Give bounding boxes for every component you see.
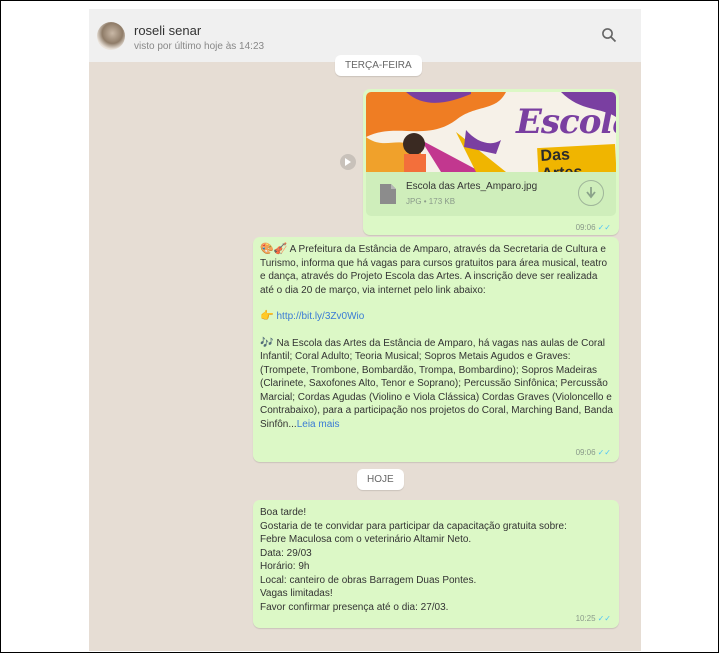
paragraph-1-text: A Prefeitura da Estância de Amparo, atra… (260, 244, 608, 296)
message-time: 10:25 ✓✓ (576, 614, 611, 623)
download-button[interactable] (578, 180, 604, 206)
paragraph-3-text: Na Escola das Artes da Estância de Ampar… (260, 337, 613, 430)
avatar[interactable] (97, 22, 125, 50)
chat-panel: roseli senar visto por último hoje às 14… (89, 9, 641, 651)
file-name: Escola das Artes_Amparo.jpg (406, 181, 538, 192)
message-body: 🎨🎻 A Prefeitura da Estância de Amparo, a… (260, 243, 614, 431)
read-ticks-icon: ✓✓ (597, 448, 611, 457)
image-thumbnail[interactable]: Escola Das Artes (366, 92, 616, 172)
text-message-escola[interactable]: 🎨🎻 A Prefeitura da Estância de Amparo, a… (253, 237, 619, 462)
invitation-line: Vagas limitadas! (260, 588, 333, 599)
invitation-line: Data: 29/03 (260, 547, 312, 559)
message-link-line: 👉 http://bit.ly/3Zv0Wio (260, 310, 614, 324)
message-paragraph-3: 🎶 Na Escola das Artes da Estância de Amp… (260, 337, 614, 432)
contact-name: roseli senar (134, 23, 202, 38)
message-time: 09:06 ✓✓ (576, 223, 611, 232)
read-ticks-icon: ✓✓ (597, 614, 611, 623)
invitation-body: Boa tarde! Gostaria de te convidar para … (260, 506, 614, 614)
banner-title-escola: Escola (516, 102, 616, 142)
search-icon[interactable] (601, 27, 617, 43)
invitation-line: Local: canteiro de obras Barragem Duas P… (260, 574, 477, 586)
message-time: 09:06 ✓✓ (576, 448, 611, 457)
document-icon (380, 184, 396, 204)
text-message-invitation[interactable]: Boa tarde! Gostaria de te convidar para … (253, 500, 619, 628)
time-text: 09:06 (575, 448, 596, 457)
message-paragraph-1: 🎨🎻 A Prefeitura da Estância de Amparo, a… (260, 243, 614, 297)
invitation-line: Favor confirmar presença até o dia: 27/0… (260, 601, 449, 613)
time-text: 10:25 (575, 614, 596, 623)
read-more-link[interactable]: Leia mais (297, 419, 340, 430)
invitation-line: Horário: 9h (260, 561, 310, 572)
invitation-line: Boa tarde! (260, 507, 307, 518)
music-notes-emoji: 🎶 (260, 336, 274, 349)
invitation-line: Gostaria de te convidar para participar … (260, 520, 567, 532)
download-icon (586, 187, 596, 199)
date-divider-tuesday: TERÇA-FEIRA (335, 55, 422, 76)
palette-violin-emoji: 🎨🎻 (260, 243, 288, 255)
read-ticks-icon: ✓✓ (597, 223, 611, 232)
pointing-hand-emoji: 👉 (260, 310, 274, 322)
inscription-link[interactable]: http://bit.ly/3Zv0Wio (276, 311, 364, 322)
banner-title-das-artes: Das Artes (537, 143, 616, 172)
time-text: 09:06 (575, 223, 596, 232)
file-meta: JPG • 173 KB (406, 197, 456, 206)
file-attachment[interactable]: Escola das Artes_Amparo.jpg JPG • 173 KB (366, 172, 616, 216)
invitation-line: Febre Maculosa com o veterinário Altamir… (260, 534, 472, 545)
forward-icon[interactable] (340, 154, 356, 170)
date-divider-today: HOJE (357, 469, 404, 490)
image-message[interactable]: Escola Das Artes Escola das Artes_Amparo… (363, 89, 619, 235)
last-seen-status: visto por último hoje às 14:23 (134, 41, 265, 52)
